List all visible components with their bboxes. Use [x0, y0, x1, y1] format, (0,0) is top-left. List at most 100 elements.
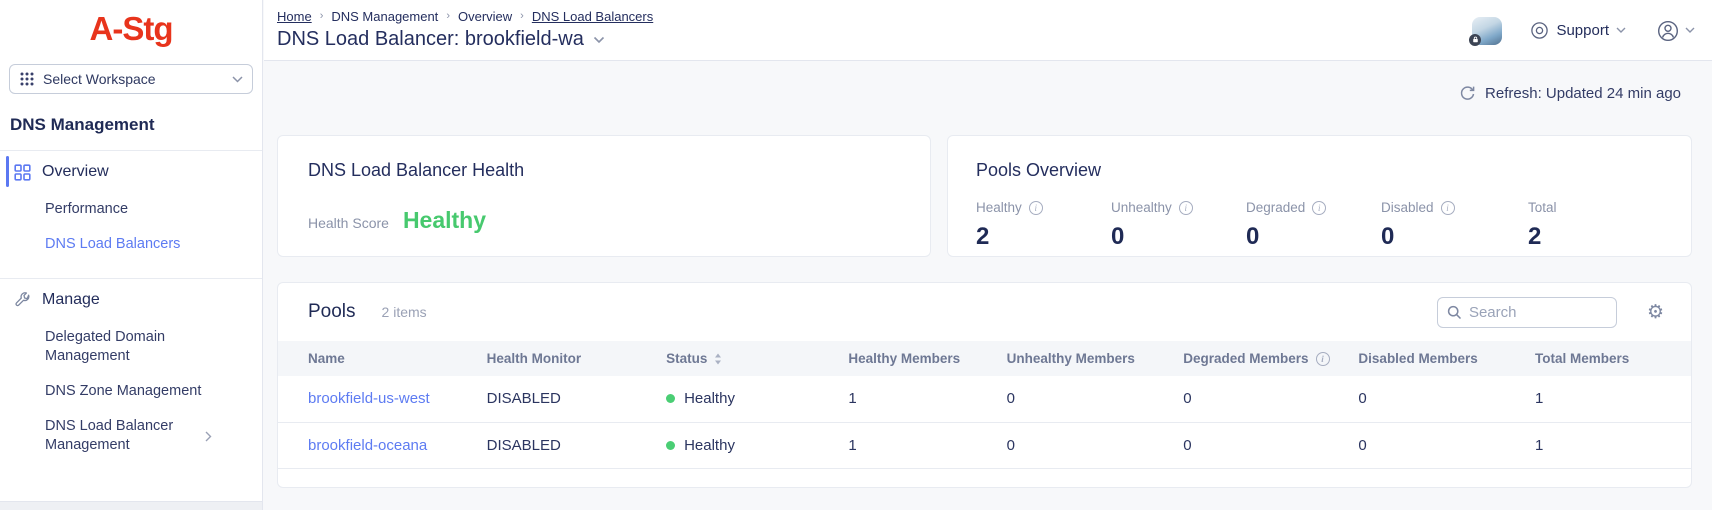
info-icon[interactable]: i [1179, 201, 1193, 215]
table-row: brookfield-us-west DISABLED Healthy 1 0 … [278, 376, 1691, 422]
healthy-status-dot [666, 394, 675, 403]
title-chevron-down-icon[interactable] [593, 36, 605, 44]
workspace-selector[interactable]: Select Workspace [9, 64, 253, 94]
top-header: Home › DNS Management › Overview › DNS L… [264, 0, 1712, 61]
breadcrumb-separator-icon: › [446, 10, 450, 22]
page-title: DNS Load Balancer: brookfield-wa [277, 28, 584, 51]
column-header-disabled-members: Disabled Members [1350, 341, 1527, 376]
content-area: Refresh: Updated 24 min ago DNS Load Bal… [264, 62, 1712, 510]
pools-table-card: Pools 2 items ⚙ Name [277, 282, 1692, 488]
lock-icon [1469, 34, 1481, 46]
health-card-title: DNS Load Balancer Health [308, 160, 900, 181]
status-cell: Healthy [658, 422, 840, 468]
stat-unhealthy: Unhealthyi 0 [1111, 200, 1246, 251]
sidebar-item-dns-load-balancers[interactable]: DNS Load Balancers [0, 227, 262, 262]
pools-count-badge: 2 items [382, 304, 427, 320]
pool-name-link[interactable]: brookfield-us-west [278, 376, 479, 422]
unhealthy-members-cell: 0 [999, 376, 1176, 422]
stat-total: Total 2 [1528, 200, 1663, 251]
sidebar-item-dns-zone-management[interactable]: DNS Zone Management [0, 374, 262, 409]
stat-disabled: Disabledi 0 [1381, 200, 1528, 251]
breadcrumb-separator-icon: › [320, 10, 324, 22]
status-label: Healthy [684, 437, 735, 454]
sidebar-item-label: DNS Load Balancer Management [45, 417, 205, 455]
health-monitor-cell: DISABLED [479, 376, 658, 422]
healthy-members-cell: 1 [840, 376, 998, 422]
breadcrumb-dns-management: DNS Management [331, 9, 438, 24]
unhealthy-members-cell: 0 [999, 422, 1176, 468]
sidebar-section-overview[interactable]: Overview [0, 151, 262, 192]
healthy-status-dot [666, 441, 675, 450]
chevron-down-icon [1616, 27, 1626, 34]
total-members-cell: 1 [1527, 376, 1691, 422]
avatar[interactable] [1472, 17, 1502, 45]
stat-label: Healthy [976, 200, 1022, 215]
app-logo[interactable]: A-Stg [0, 0, 262, 56]
sidebar-item-dns-load-balancer-management[interactable]: DNS Load Balancer Management [0, 409, 262, 463]
grid-dots-icon [19, 71, 35, 87]
info-icon[interactable]: i [1312, 201, 1326, 215]
stat-value: 2 [1528, 223, 1663, 251]
wrench-icon [14, 292, 31, 309]
sidebar-section-label: Manage [42, 291, 100, 309]
disabled-members-cell: 0 [1350, 376, 1527, 422]
pool-name-link[interactable]: brookfield-oceana [278, 422, 479, 468]
refresh-icon [1459, 85, 1476, 102]
chevron-down-icon [1685, 27, 1695, 34]
status-cell: Healthy [658, 376, 840, 422]
stat-value: 0 [1111, 223, 1246, 251]
refresh-button[interactable]: Refresh: Updated 24 min ago [1459, 85, 1681, 102]
column-header-degraded-members: Degraded Members i [1175, 341, 1350, 376]
stat-healthy: Healthy i 2 [976, 200, 1111, 251]
pools-overview-card: Pools Overview Healthy i 2 Unhealthyi 0 D… [947, 135, 1692, 257]
support-menu[interactable]: Support [1530, 21, 1626, 40]
stat-degraded: Degradedi 0 [1246, 200, 1381, 251]
breadcrumb-overview: Overview [458, 9, 512, 24]
dns-load-balancer-health-card: DNS Load Balancer Health Health Score He… [277, 135, 931, 257]
stat-value: 0 [1381, 223, 1528, 251]
pools-title: Pools [308, 301, 356, 323]
breadcrumb-home[interactable]: Home [277, 9, 312, 24]
search-input[interactable] [1469, 304, 1607, 321]
sidebar-item-delegated-domain-management[interactable]: Delegated Domain Management [0, 320, 215, 374]
chevron-right-icon [205, 431, 212, 442]
healthy-members-cell: 1 [840, 422, 998, 468]
main-area: Home › DNS Management › Overview › DNS L… [264, 0, 1712, 510]
table-row: brookfield-oceana DISABLED Healthy 1 0 0… [278, 422, 1691, 468]
info-icon[interactable]: i [1029, 201, 1043, 215]
gear-icon[interactable]: ⚙ [1647, 303, 1664, 322]
account-menu[interactable] [1656, 19, 1695, 43]
sort-icon[interactable] [714, 353, 722, 365]
stat-value: 2 [976, 223, 1111, 251]
health-monitor-cell: DISABLED [479, 422, 658, 468]
breadcrumb: Home › DNS Management › Overview › DNS L… [277, 9, 653, 24]
search-box [1437, 297, 1617, 328]
sidebar-section-label: Overview [42, 163, 109, 181]
support-label: Support [1556, 22, 1609, 39]
chevron-down-icon [232, 76, 243, 83]
overview-grid-icon [14, 164, 31, 181]
column-header-healthy-members: Healthy Members [840, 341, 998, 376]
sidebar-section-manage[interactable]: Manage [0, 279, 262, 320]
sidebar: A-Stg Select Workspace DNS Management Ov… [0, 0, 263, 510]
breadcrumb-dns-load-balancers[interactable]: DNS Load Balancers [532, 9, 653, 24]
table-header-row: Name Health Monitor Status Healthy Membe… [278, 341, 1691, 376]
stat-label: Total [1528, 200, 1557, 215]
column-header-label: Degraded Members [1183, 351, 1308, 366]
info-icon[interactable]: i [1316, 352, 1330, 366]
disabled-members-cell: 0 [1350, 422, 1527, 468]
info-icon[interactable]: i [1441, 201, 1455, 215]
column-header-total-members: Total Members [1527, 341, 1691, 376]
total-members-cell: 1 [1527, 422, 1691, 468]
column-header-unhealthy-members: Unhealthy Members [999, 341, 1176, 376]
workspace-selector-label: Select Workspace [43, 71, 224, 87]
column-header-name: Name [278, 341, 479, 376]
degraded-members-cell: 0 [1175, 422, 1350, 468]
sidebar-item-performance[interactable]: Performance [0, 192, 262, 227]
degraded-members-cell: 0 [1175, 376, 1350, 422]
product-title: DNS Management [0, 94, 262, 150]
column-header-status[interactable]: Status [658, 341, 840, 376]
health-score-value: Healthy [403, 207, 486, 234]
pools-overview-title: Pools Overview [976, 160, 1663, 181]
lifebuoy-icon [1530, 21, 1549, 40]
